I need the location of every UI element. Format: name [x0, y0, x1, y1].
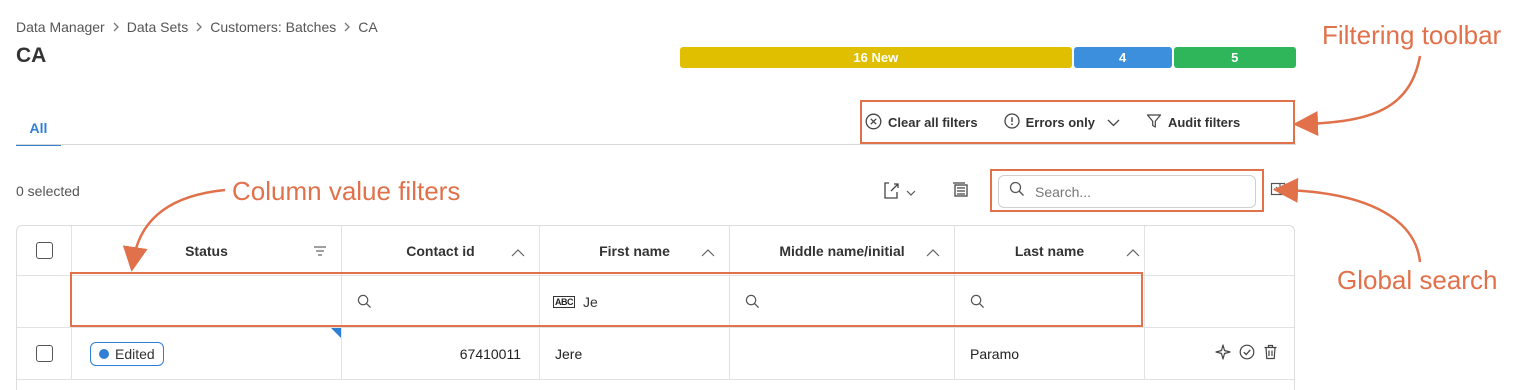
edited-corner-marker — [331, 328, 341, 338]
status-cell[interactable]: Edited — [72, 328, 342, 379]
column-value-filters-annotation: Column value filters — [232, 176, 461, 206]
filtering-toolbar-highlight — [860, 100, 1295, 144]
row-actions-cell — [1145, 328, 1294, 379]
tab-divider — [16, 144, 1296, 145]
chevron-up-icon[interactable] — [1126, 244, 1140, 260]
breadcrumb: Data Manager Data Sets Customers: Batche… — [16, 19, 378, 35]
column-header-label: First name — [599, 242, 670, 259]
chevron-up-icon[interactable] — [701, 244, 715, 260]
status-dot-icon — [99, 348, 109, 359]
chevron-down-icon — [906, 183, 916, 201]
breadcrumb-item-customers-batches[interactable]: Customers: Batches — [210, 19, 336, 35]
row-checkbox[interactable] — [35, 345, 53, 362]
grid-header-row: Status Contact id First name Middle name… — [17, 226, 1294, 276]
filter-spacer-cell — [17, 276, 72, 327]
contact-id-cell[interactable]: 67410011 — [342, 328, 540, 379]
side-panel-toggle-button[interactable] — [1268, 181, 1288, 201]
status-progress-bar: 16 New 4 5 — [680, 47, 1296, 68]
table-row[interactable]: Edited 67410011 Jere Paramo — [17, 328, 1294, 380]
sparkle-icon[interactable] — [1215, 344, 1231, 363]
breadcrumb-item-data-sets[interactable]: Data Sets — [127, 19, 188, 35]
trash-icon[interactable] — [1263, 344, 1278, 363]
header-select-cell — [17, 226, 72, 275]
chevron-up-icon[interactable] — [511, 244, 525, 260]
column-header-label: Contact id — [406, 242, 475, 259]
check-circle-icon[interactable] — [1239, 344, 1255, 363]
last-name-cell[interactable]: Paramo — [955, 328, 1145, 379]
global-search-arrow — [1273, 177, 1422, 263]
chevron-right-icon — [111, 19, 121, 35]
selected-count: 0 selected — [16, 183, 80, 199]
column-header-label: Middle name/initial — [779, 242, 905, 259]
column-settings-button[interactable] — [949, 180, 973, 204]
column-header-contact-id[interactable]: Contact id — [342, 226, 540, 275]
row-select-cell — [17, 328, 72, 379]
chevron-right-icon — [194, 19, 204, 35]
export-button[interactable] — [882, 180, 926, 204]
column-header-middle-name[interactable]: Middle name/initial — [730, 226, 955, 275]
global-search-annotation: Global search — [1337, 265, 1498, 295]
progress-segment-2[interactable]: 4 — [1073, 47, 1172, 68]
global-search-highlight — [990, 169, 1264, 212]
status-badge: Edited — [90, 341, 164, 366]
columns-icon — [952, 181, 970, 204]
column-header-actions — [1145, 226, 1294, 275]
status-badge-label: Edited — [115, 345, 155, 362]
filter-actions-cell — [1145, 276, 1294, 327]
chevron-right-icon — [342, 19, 352, 35]
middle-name-cell[interactable] — [730, 328, 955, 379]
column-header-status[interactable]: Status — [72, 226, 342, 275]
chevron-up-icon[interactable] — [926, 244, 940, 260]
select-all-checkbox[interactable] — [35, 242, 53, 259]
filtering-toolbar-arrow — [1293, 55, 1422, 137]
column-header-last-name[interactable]: Last name — [955, 226, 1145, 275]
column-filters-highlight — [70, 272, 1143, 327]
progress-segment-3[interactable]: 5 — [1173, 47, 1296, 68]
breadcrumb-item-data-manager[interactable]: Data Manager — [16, 19, 105, 35]
panel-toggle-icon — [1270, 181, 1286, 202]
filtering-toolbar-annotation: Filtering toolbar — [1322, 20, 1502, 50]
column-header-label: Last name — [1014, 242, 1085, 259]
progress-segment-new[interactable]: 16 New — [680, 47, 1072, 68]
breadcrumb-item-current: CA — [358, 19, 378, 35]
column-header-label: Status — [185, 242, 228, 259]
tab-all[interactable]: All — [16, 112, 61, 146]
page-title: CA — [16, 44, 47, 67]
export-icon — [882, 180, 900, 205]
first-name-cell[interactable]: Jere — [540, 328, 730, 379]
filter-lines-icon[interactable] — [313, 244, 327, 260]
column-header-first-name[interactable]: First name — [540, 226, 730, 275]
